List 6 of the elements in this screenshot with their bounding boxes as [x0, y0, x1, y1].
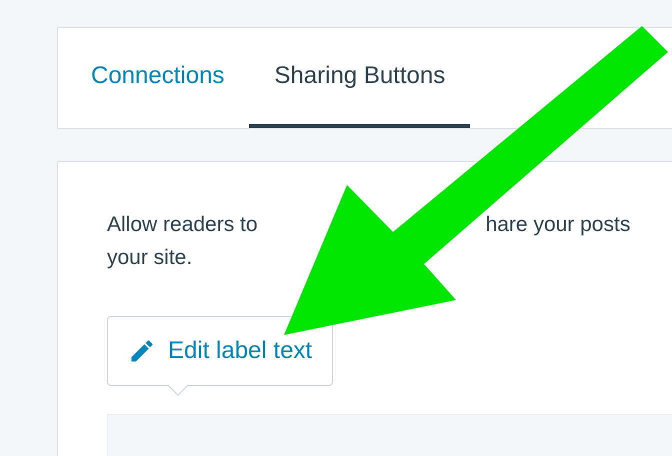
edit-label-button[interactable]: Edit label text: [107, 316, 334, 386]
tab[interactable]: Sharing Buttons: [249, 28, 470, 128]
description-text: Allow readers to: [107, 212, 258, 238]
description-text: your site.: [107, 245, 194, 271]
tab[interactable]: Connections: [66, 28, 250, 128]
description-text: hare your posts: [486, 212, 630, 238]
